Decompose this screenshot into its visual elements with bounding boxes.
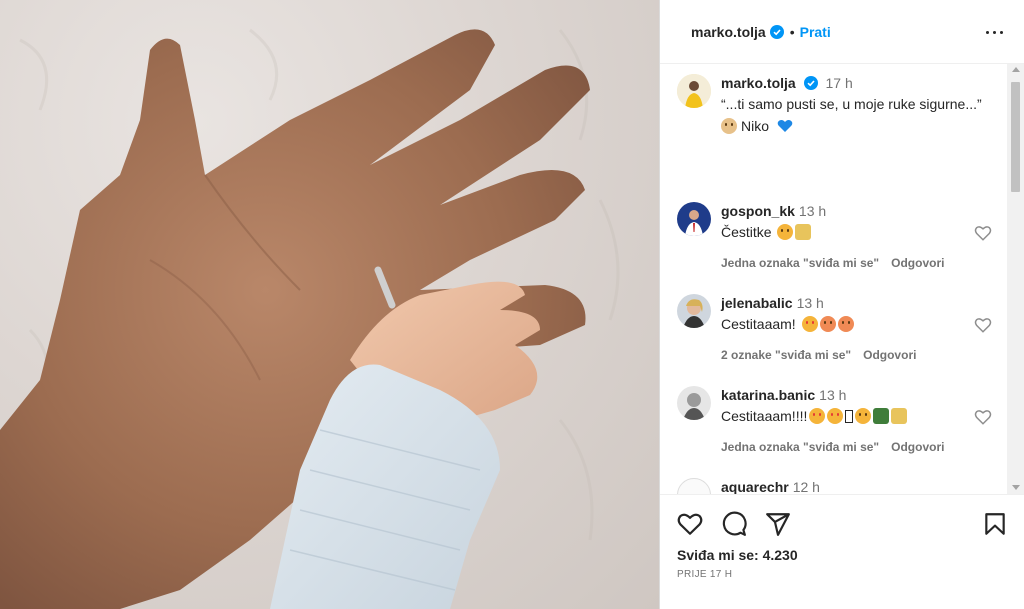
post-photo bbox=[0, 0, 659, 609]
comments-scrollbar[interactable] bbox=[1007, 64, 1024, 494]
caption-text: “...ti samo pusti se, u moje ruke sigurn… bbox=[721, 96, 982, 112]
comment-icon[interactable] bbox=[721, 511, 747, 537]
heart-eyes-emoji-icon bbox=[809, 408, 826, 424]
clinking-glasses-emoji-icon bbox=[891, 408, 908, 424]
instagram-post-modal: marko.tolja • Prati marko.tolja 17 h “..… bbox=[0, 0, 1024, 609]
comment-likes[interactable]: 2 oznake "sviđa mi se" bbox=[721, 348, 851, 362]
comment-time: 13 h bbox=[796, 295, 824, 311]
heart-eyes-emoji-icon bbox=[827, 408, 844, 424]
verified-badge-icon bbox=[803, 76, 818, 90]
comment-time: 12 h bbox=[792, 479, 820, 494]
missing-glyph-icon bbox=[845, 410, 854, 423]
verified-badge-icon bbox=[769, 24, 784, 39]
comment-text: Cestitaaam! bbox=[721, 316, 796, 332]
comment-like-heart-icon[interactable] bbox=[974, 408, 992, 426]
more-options-icon[interactable] bbox=[985, 22, 1005, 42]
comment-like-heart-icon[interactable] bbox=[974, 224, 992, 242]
avatar[interactable] bbox=[677, 74, 711, 108]
post-details-panel: marko.tolja • Prati marko.tolja 17 h “..… bbox=[659, 0, 1024, 609]
comment-likes[interactable]: Jedna oznaka "sviđa mi se" bbox=[721, 440, 879, 454]
share-icon[interactable] bbox=[765, 511, 791, 537]
kiss-face-emoji-icon bbox=[819, 316, 836, 332]
comment-item: katarina.banic 13 h Cestitaaam!!!! Jedna … bbox=[677, 386, 997, 466]
heart-icon[interactable] bbox=[677, 511, 703, 537]
author-username[interactable]: marko.tolja bbox=[691, 24, 766, 40]
avatar[interactable] bbox=[677, 478, 711, 494]
comment-text: Čestitke bbox=[721, 224, 772, 240]
comments-list[interactable]: marko.tolja 17 h “...ti samo pusti se, u… bbox=[660, 64, 1008, 494]
kiss-face-emoji-icon bbox=[837, 316, 854, 332]
post-caption: marko.tolja 17 h “...ti samo pusti se, u… bbox=[677, 74, 997, 174]
caption-signature: Niko bbox=[721, 116, 983, 136]
comment-item: aquarechr 12 h bbox=[677, 478, 997, 494]
comment-time: 13 h bbox=[819, 387, 847, 403]
avatar[interactable] bbox=[677, 386, 711, 420]
post-header: marko.tolja • Prati bbox=[660, 0, 1024, 64]
comment-username[interactable]: katarina.banic bbox=[721, 387, 815, 403]
reply-button[interactable]: Odgovori bbox=[863, 348, 916, 362]
comment-username[interactable]: gospon_kk bbox=[721, 203, 795, 219]
post-timestamp[interactable]: PRIJE 17 H bbox=[677, 569, 732, 580]
party-face-emoji-icon bbox=[777, 224, 794, 240]
scroll-up-arrow-icon[interactable] bbox=[1012, 67, 1020, 72]
comment-item: gospon_kk 13 h Čestitke Jedna oznaka "svi… bbox=[677, 202, 997, 282]
post-actions-footer: Sviđa mi se: 4.230 PRIJE 17 H bbox=[660, 494, 1024, 609]
baby-face-emoji-icon bbox=[721, 118, 737, 134]
comment-item: jelenabalic 13 h Cestitaaam! 2 oznake "sv… bbox=[677, 294, 997, 374]
reply-button[interactable]: Odgovori bbox=[891, 440, 944, 454]
comment-likes[interactable]: Jedna oznaka "sviđa mi se" bbox=[721, 256, 879, 270]
blue-heart-icon bbox=[777, 120, 793, 132]
comment-username[interactable]: jelenabalic bbox=[721, 295, 793, 311]
comment-username[interactable]: aquarechr bbox=[721, 479, 789, 494]
champagne-bottle-emoji-icon bbox=[873, 408, 890, 424]
comment-like-heart-icon[interactable] bbox=[974, 316, 992, 334]
separator-dot: • bbox=[789, 23, 795, 40]
bookmark-icon[interactable] bbox=[982, 511, 1008, 537]
party-face-emoji-icon bbox=[855, 408, 872, 424]
follow-button[interactable]: Prati bbox=[800, 24, 831, 40]
caption-name: Niko bbox=[741, 118, 770, 134]
comment-time: 13 h bbox=[798, 203, 827, 219]
caption-time: 17 h bbox=[825, 75, 853, 91]
scroll-down-arrow-icon[interactable] bbox=[1012, 485, 1020, 490]
clinking-glasses-emoji-icon bbox=[795, 224, 812, 240]
avatar[interactable] bbox=[677, 294, 711, 328]
reply-button[interactable]: Odgovori bbox=[891, 256, 944, 270]
caption-username[interactable]: marko.tolja bbox=[721, 75, 796, 91]
likes-count[interactable]: Sviđa mi se: 4.230 bbox=[677, 547, 798, 563]
scrollbar-thumb[interactable] bbox=[1011, 82, 1020, 192]
comment-text: Cestitaaam!!!! bbox=[721, 408, 808, 424]
avatar[interactable] bbox=[677, 202, 711, 236]
heart-eyes-emoji-icon bbox=[801, 316, 818, 332]
